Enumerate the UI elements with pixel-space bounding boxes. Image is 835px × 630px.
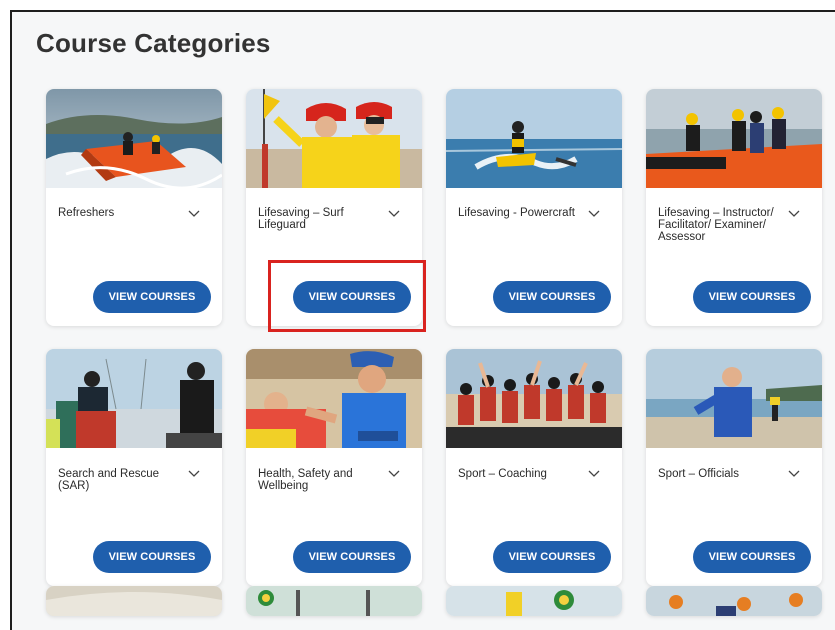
category-title: Refreshers (58, 207, 115, 219)
category-card-refreshers: Refreshers VIEW COURSES (46, 89, 222, 326)
chevron-down-icon[interactable] (588, 467, 600, 479)
category-title: Sport – Officials (658, 468, 739, 480)
category-title: Sport – Coaching (458, 468, 547, 480)
chevron-down-icon[interactable] (188, 207, 200, 219)
category-title: Lifesaving - Powercraft (458, 207, 575, 219)
category-card-sport-officials: Sport – Officials VIEW COURSES (646, 349, 822, 586)
page-title: Course Categories (36, 28, 271, 58)
category-image (246, 586, 422, 616)
category-card-sport-coaching: Sport – Coaching VIEW COURSES (446, 349, 622, 586)
category-image (446, 89, 622, 188)
category-image (246, 89, 422, 188)
category-title: Lifesaving – Surf Lifeguard (258, 207, 344, 231)
category-card-partial (646, 586, 822, 616)
view-courses-button[interactable]: VIEW COURSES (693, 541, 811, 573)
chevron-down-icon[interactable] (788, 207, 800, 219)
category-card-partial (46, 586, 222, 616)
category-card-instructor: Lifesaving – Instructor/ Facilitator/ Ex… (646, 89, 822, 326)
category-title: Lifesaving – Instructor/ Facilitator/ Ex… (658, 207, 774, 243)
view-courses-button[interactable]: VIEW COURSES (293, 541, 411, 573)
category-image (46, 89, 222, 188)
chevron-down-icon[interactable] (388, 467, 400, 479)
chevron-down-icon[interactable] (788, 467, 800, 479)
category-image (646, 586, 822, 616)
view-courses-button[interactable]: VIEW COURSES (693, 281, 811, 313)
category-image (46, 586, 222, 616)
category-image (446, 586, 622, 616)
category-card-search-and-rescue: Search and Rescue (SAR) VIEW COURSES (46, 349, 222, 586)
view-courses-button[interactable]: VIEW COURSES (493, 541, 611, 573)
category-image (246, 349, 422, 448)
category-image (646, 89, 822, 188)
category-title: Search and Rescue (SAR) (58, 468, 160, 492)
view-courses-button[interactable]: VIEW COURSES (93, 281, 211, 313)
chevron-down-icon[interactable] (188, 467, 200, 479)
category-card-surf-lifeguard: Lifesaving – Surf Lifeguard VIEW COURSES (246, 89, 422, 326)
category-image (446, 349, 622, 448)
chevron-down-icon[interactable] (588, 207, 600, 219)
category-image (646, 349, 822, 448)
chevron-down-icon[interactable] (388, 207, 400, 219)
view-courses-button[interactable]: VIEW COURSES (293, 281, 411, 313)
category-card-partial (446, 586, 622, 616)
category-card-health-safety: Health, Safety and Wellbeing VIEW COURSE… (246, 349, 422, 586)
view-courses-button[interactable]: VIEW COURSES (93, 541, 211, 573)
category-card-powercraft: Lifesaving - Powercraft VIEW COURSES (446, 89, 622, 326)
category-card-partial (246, 586, 422, 616)
category-image (46, 349, 222, 448)
view-courses-button[interactable]: VIEW COURSES (493, 281, 611, 313)
category-title: Health, Safety and Wellbeing (258, 468, 353, 492)
